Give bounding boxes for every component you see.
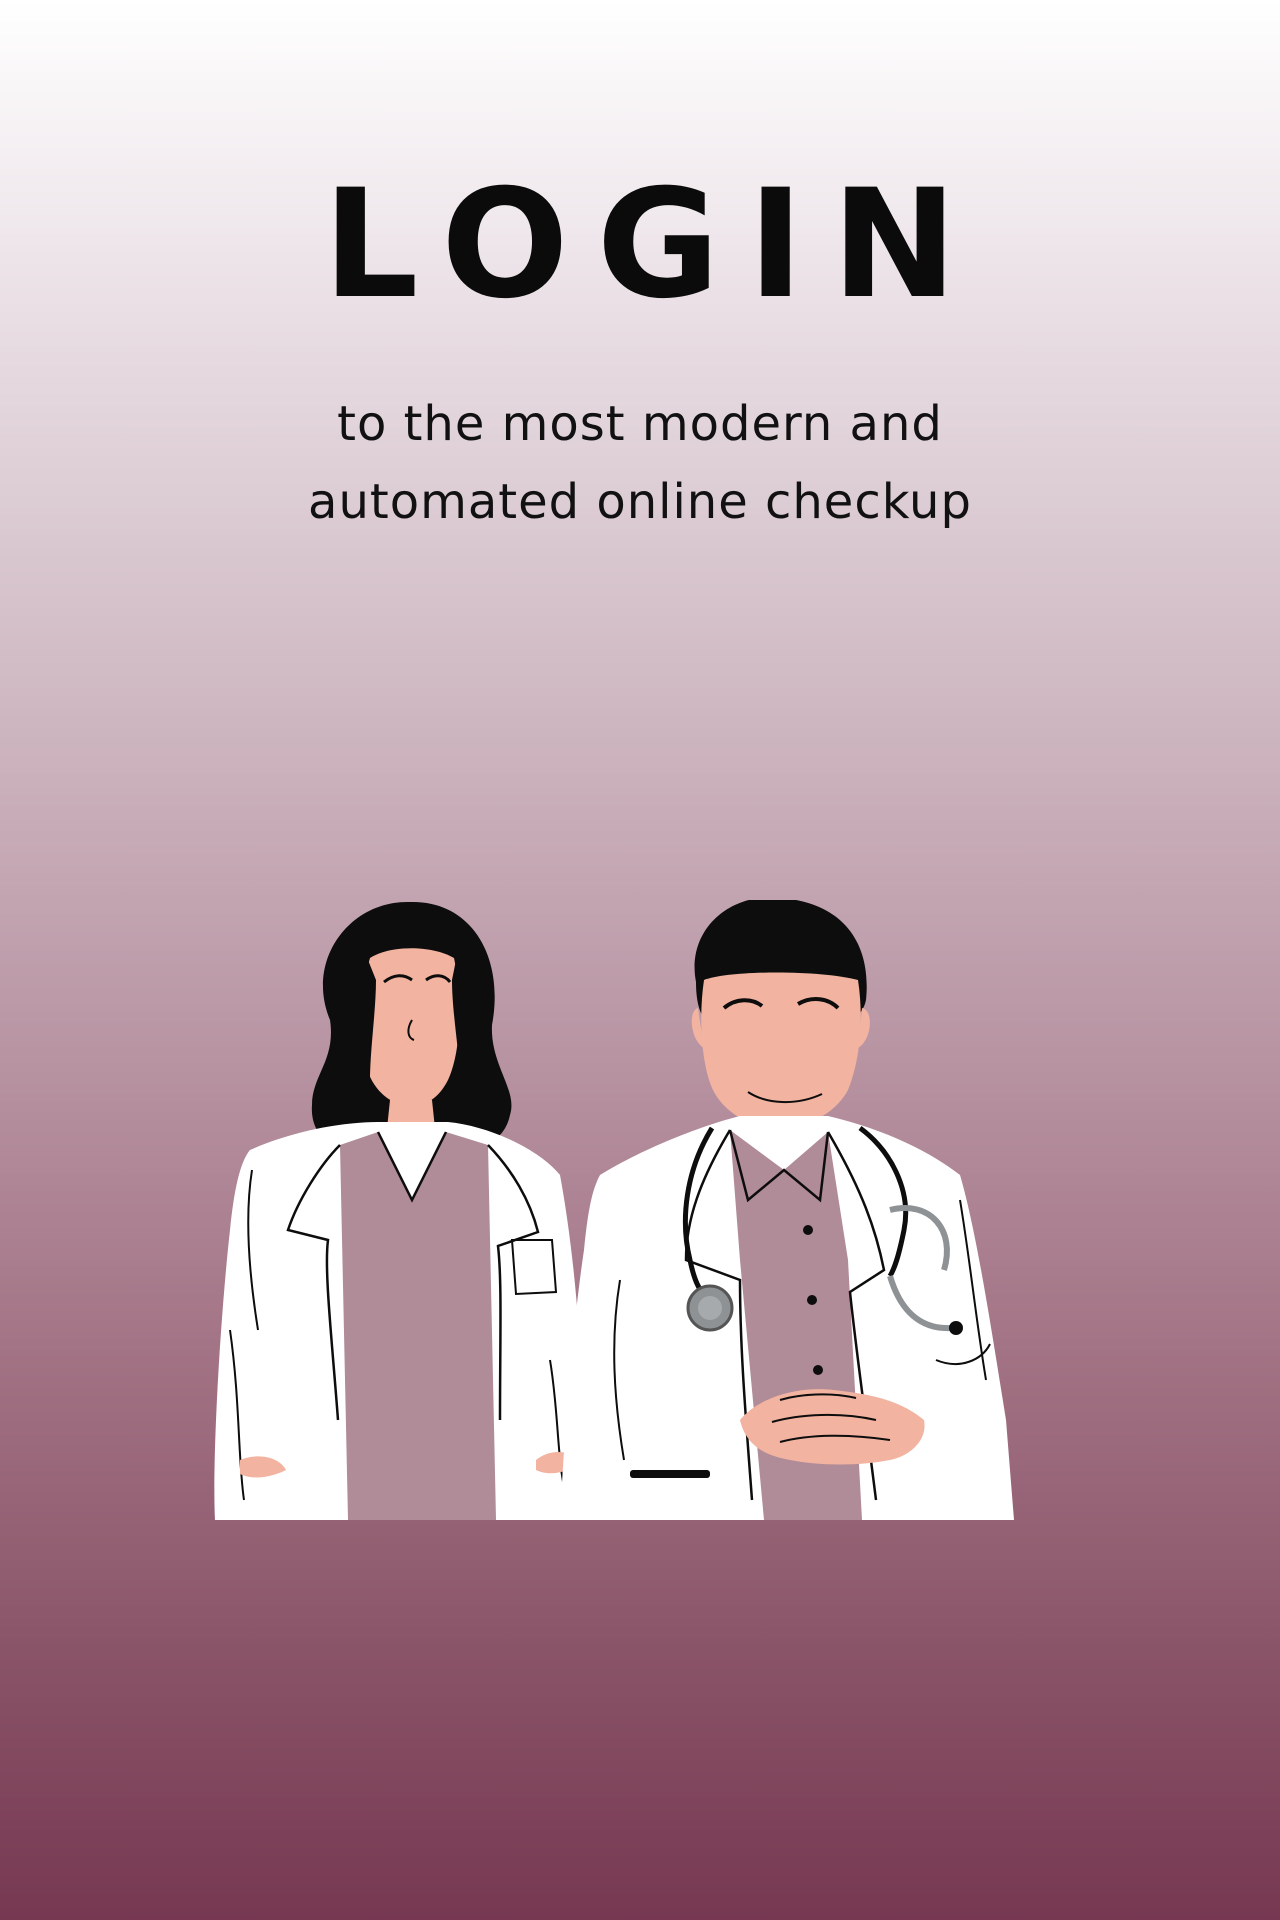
subtitle-line-2: automated online checkup bbox=[308, 474, 972, 530]
male-doctor-figure bbox=[560, 900, 1014, 1520]
login-screen: LOGIN to the most modern and automated o… bbox=[0, 0, 1280, 1920]
subtitle-line-1: to the most modern and bbox=[337, 396, 943, 452]
page-title: LOGIN bbox=[322, 158, 986, 332]
page-subtitle: to the most modern and automated online … bbox=[0, 385, 1280, 541]
doctors-illustration bbox=[214, 900, 1014, 1520]
female-doctor-figure bbox=[214, 901, 588, 1520]
